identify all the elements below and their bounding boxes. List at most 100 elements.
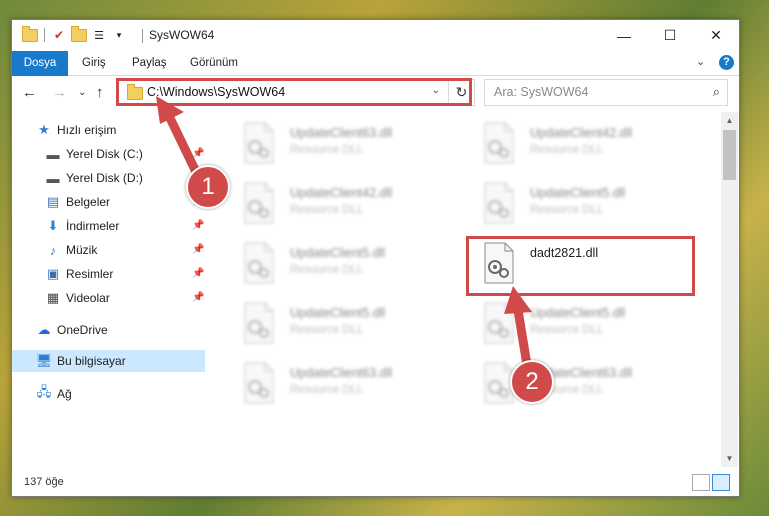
new-folder-icon[interactable]: [71, 25, 87, 43]
sidebar-item-quick-access[interactable]: ★ Hızlı erişim: [12, 119, 205, 141]
file-item[interactable]: UpdateClient5.dll Resource DLL: [466, 298, 696, 350]
address-bar-highlight: [116, 78, 472, 106]
network-icon: 🖧: [36, 384, 52, 399]
file-item[interactable]: UpdateClient42.dll Resource DLL: [226, 178, 456, 230]
dll-file-icon: [484, 122, 514, 164]
file-type: Resource DLL: [290, 204, 364, 216]
computer-icon: 🖥: [35, 353, 53, 368]
scrollbar-thumb[interactable]: [723, 130, 736, 180]
dll-file-icon: [244, 242, 274, 284]
sidebar-item-music[interactable]: ♪ Müzik 📌: [12, 239, 205, 261]
tab-view[interactable]: Görünüm: [180, 51, 248, 75]
status-bar: 137 öğe: [12, 468, 739, 496]
pin-icon: 📌: [192, 292, 205, 303]
star-icon: ★: [38, 122, 50, 137]
file-name: UpdateClient63.dll: [290, 366, 393, 380]
sidebar-item-local-disk-d[interactable]: ▬ Yerel Disk (D:): [12, 167, 205, 189]
sidebar-item-local-disk-c[interactable]: ▬ Yerel Disk (C:) 📌: [12, 143, 205, 165]
search-icon[interactable]: ⌕: [713, 84, 720, 100]
file-type: Resource DLL: [530, 144, 604, 156]
ribbon-expand-icon[interactable]: ⌄: [696, 55, 705, 68]
pictures-icon: ▣: [46, 266, 60, 281]
ribbon-tabs: Dosya Giriş Paylaş Görünüm ⌄ ?: [12, 51, 739, 103]
sidebar-item-pictures[interactable]: ▣ Resimler 📌: [12, 263, 205, 285]
sidebar-item-network[interactable]: 🖧 Ağ: [12, 383, 205, 405]
drive-icon: ▬: [46, 170, 60, 186]
sidebar-item-documents[interactable]: ▤ Belgeler 📌: [12, 191, 205, 213]
dll-file-icon: [244, 302, 274, 344]
search-input[interactable]: Ara: SysWOW64: [494, 85, 588, 99]
forward-button[interactable]: →: [52, 84, 67, 101]
file-highlight: [466, 236, 695, 296]
file-item[interactable]: UpdateClient5.dll Resource DLL: [466, 178, 696, 230]
music-icon: ♪: [49, 242, 57, 258]
item-count: 137 öğe: [24, 476, 64, 488]
file-name: UpdateClient63.dll: [290, 126, 393, 140]
sidebar-item-label: Ağ: [57, 387, 72, 401]
pin-icon: 📌: [192, 268, 205, 279]
file-type: Resource DLL: [290, 324, 364, 336]
file-name: UpdateClient5.dll: [530, 306, 626, 320]
toolbar-dropdown-icon[interactable]: ▾: [111, 27, 127, 43]
dll-file-icon: [484, 182, 514, 224]
file-name: UpdateClient5.dll: [290, 246, 386, 260]
file-name: UpdateClient5.dll: [290, 306, 386, 320]
search-box[interactable]: Ara: SysWOW64 ⌕: [484, 79, 728, 106]
sidebar-item-onedrive[interactable]: ☁ OneDrive: [12, 319, 205, 341]
tab-home[interactable]: Giriş: [72, 51, 116, 75]
properties-icon[interactable]: ✔: [51, 27, 67, 43]
sidebar-item-label: Yerel Disk (D:): [66, 171, 143, 185]
pin-icon: 📌: [192, 148, 205, 159]
help-icon[interactable]: ?: [719, 55, 734, 70]
file-type: Resource DLL: [290, 384, 364, 396]
sidebar-item-label: Bu bilgisayar: [57, 354, 126, 368]
customize-toolbar-icon[interactable]: ☰: [91, 27, 107, 43]
sidebar-item-label: Resimler: [66, 267, 114, 281]
file-name: UpdateClient42.dll: [530, 126, 633, 140]
scroll-up-icon[interactable]: ▲: [721, 112, 738, 129]
close-button[interactable]: ✕: [693, 20, 739, 51]
file-item[interactable]: UpdateClient63.dll Resource DLL: [226, 118, 456, 170]
file-item[interactable]: UpdateClient5.dll Resource DLL: [226, 298, 456, 350]
file-item[interactable]: UpdateClient63.dll Resource DLL: [466, 358, 696, 410]
back-button[interactable]: ←: [22, 84, 37, 101]
download-icon: ⬇: [47, 218, 59, 233]
sidebar-item-this-pc[interactable]: 🖥 Bu bilgisayar: [12, 350, 205, 372]
tab-share[interactable]: Paylaş: [122, 51, 177, 75]
up-button[interactable]: ↑: [96, 84, 104, 101]
file-item[interactable]: UpdateClient42.dll Resource DLL: [466, 118, 696, 170]
large-icons-view-icon[interactable]: [712, 474, 730, 491]
sidebar-item-label: Yerel Disk (C:): [66, 147, 143, 161]
sidebar-item-label: OneDrive: [57, 323, 108, 337]
file-name: UpdateClient5.dll: [530, 186, 626, 200]
minimize-button[interactable]: —: [601, 20, 647, 51]
sidebar-item-label: Hızlı erişim: [57, 123, 117, 137]
sidebar-item-downloads[interactable]: ⬇ İndirmeler 📌: [12, 215, 205, 237]
step-2-badge: 2: [510, 360, 554, 404]
scroll-down-icon[interactable]: ▼: [721, 450, 738, 467]
dll-file-icon: [484, 302, 514, 344]
file-type: Resource DLL: [530, 204, 604, 216]
dll-file-icon: [244, 182, 274, 224]
details-view-icon[interactable]: [692, 474, 710, 491]
recent-locations-button[interactable]: ⌄: [78, 87, 86, 98]
documents-icon: ▤: [46, 194, 60, 209]
maximize-button[interactable]: ☐: [647, 20, 693, 51]
dll-file-icon: [244, 122, 274, 164]
file-type: Resource DLL: [290, 144, 364, 156]
pin-icon: 📌: [192, 244, 205, 255]
file-item[interactable]: UpdateClient5.dll Resource DLL: [226, 238, 456, 290]
videos-icon: ▦: [46, 290, 60, 305]
sidebar-item-label: Videolar: [66, 291, 110, 305]
file-type: Resource DLL: [290, 264, 364, 276]
cloud-icon: ☁: [37, 322, 51, 337]
window-title: SysWOW64: [149, 28, 215, 42]
vertical-scrollbar[interactable]: ▲ ▼: [721, 112, 738, 467]
title-bar: ✔ ☰ ▾ SysWOW64 — ☐ ✕: [12, 20, 739, 51]
file-name: UpdateClient42.dll: [290, 186, 393, 200]
file-item[interactable]: UpdateClient63.dll Resource DLL: [226, 358, 456, 410]
sidebar-item-videos[interactable]: ▦ Videolar 📌: [12, 287, 205, 309]
sidebar-item-label: Belgeler: [66, 195, 111, 209]
dll-file-icon: [244, 362, 274, 404]
sidebar-item-label: İndirmeler: [66, 219, 120, 233]
